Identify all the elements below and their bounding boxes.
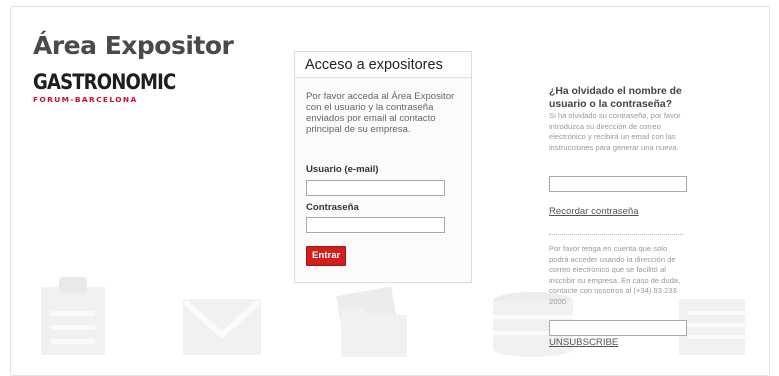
forgot-title: ¿Ha olvidado el nombre de usuario o la c… [549, 86, 682, 110]
unsubscribe-note: Por favor tenga en cuenta que solo podrá… [549, 244, 681, 306]
forgot-instructions: Si ha olvidado su contraseña, por favor … [549, 111, 681, 152]
username-label: Usuario (e-mail) [306, 164, 379, 175]
password-input[interactable] [306, 217, 445, 233]
logo-subtitle: FORUM-BARCELONA [33, 95, 138, 104]
login-panel: Acceso a expositores Por favor acceda al… [294, 51, 472, 283]
password-label: Contraseña [306, 202, 359, 213]
login-panel-title: Acceso a expositores [295, 52, 471, 78]
envelope-icon [183, 299, 261, 355]
clipboard-icon [39, 275, 107, 355]
username-input[interactable] [306, 180, 445, 196]
unsubscribe-email-input[interactable] [549, 320, 687, 336]
logo-wordmark: GASTRONOMIC [33, 70, 176, 94]
page-title: Área Expositor [33, 31, 234, 60]
forgot-email-input[interactable] [549, 176, 687, 192]
brand-logo[interactable]: GASTRONOMIC FORUM-BARCELONA [33, 71, 199, 104]
unsubscribe-link[interactable]: UNSUBSCRIBE [549, 337, 689, 348]
folders-icon [329, 287, 415, 357]
document-lines-icon [679, 299, 755, 355]
page-frame: Área Expositor GASTRONOMIC FORUM-BARCELO… [10, 6, 770, 376]
remember-password-link[interactable]: Recordar contraseña [549, 206, 689, 217]
section-divider [549, 234, 683, 235]
login-intro-text: Por favor acceda al Área Expositor con e… [306, 91, 455, 135]
login-submit-button[interactable]: Entrar [306, 246, 347, 266]
